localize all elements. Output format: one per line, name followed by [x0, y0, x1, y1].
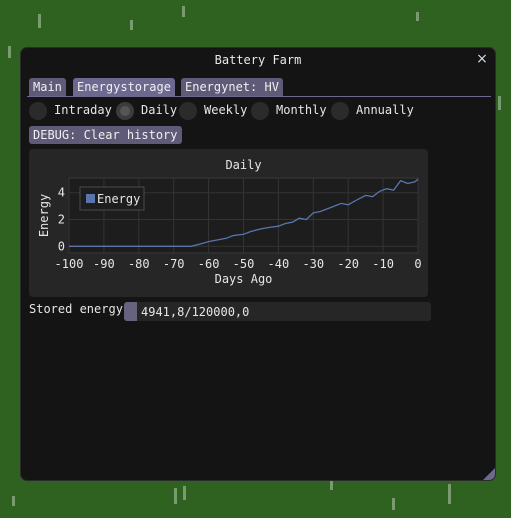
debug-clear-history-button[interactable]: DEBUG: Clear history	[29, 126, 182, 144]
grass-speck	[416, 12, 419, 21]
stored-energy-fill	[124, 302, 137, 321]
grass-speck	[38, 14, 41, 28]
resize-grip[interactable]	[483, 468, 495, 480]
grass-speck	[498, 96, 501, 110]
y-tick-label: 0	[58, 239, 65, 253]
tab-main[interactable]: Main	[29, 78, 66, 96]
x-tick-label: -20	[337, 257, 359, 271]
radio-circle[interactable]	[251, 102, 269, 120]
grass-speck	[130, 20, 133, 30]
grass-speck	[448, 484, 451, 504]
x-tick-label: 0	[414, 257, 421, 271]
window-titlebar[interactable]: Battery Farm ×	[21, 48, 495, 72]
stored-energy-progress-bar[interactable]: 4941,8/120000,0	[124, 302, 431, 321]
radio-circle[interactable]	[179, 102, 197, 120]
x-axis-label: Days Ago	[215, 272, 273, 286]
x-tick-label: -30	[302, 257, 324, 271]
radio-label: Daily	[141, 103, 178, 117]
stored-energy-label: Stored energy	[29, 302, 123, 316]
x-tick-label: -40	[268, 257, 290, 271]
x-tick-label: -60	[198, 257, 220, 271]
grass-speck	[174, 488, 177, 504]
stored-energy-value: 4941,8/120000,0	[141, 305, 250, 319]
y-tick-label: 4	[58, 186, 65, 200]
x-tick-label: -80	[128, 257, 150, 271]
x-tick-label: -100	[55, 257, 84, 271]
grass-speck	[183, 486, 186, 500]
grass-speck	[330, 480, 333, 490]
tab-energynet-hv[interactable]: Energynet: HV	[181, 78, 283, 96]
radio-circle[interactable]	[331, 102, 349, 120]
y-axis-label: Energy	[37, 194, 51, 237]
energy-chart: Daily-100 -90 -80 -70 -60 -50 -40 -30 -20 -10 0024…	[37, 158, 422, 286]
legend-swatch-energy	[86, 194, 95, 203]
x-tick-label: -90	[93, 257, 115, 271]
x-tick-label: -50	[233, 257, 255, 271]
tab-energystorage[interactable]: Energystorage	[73, 78, 175, 96]
battery-farm-window: Battery Farm × Main Energystorage Energy…	[20, 47, 496, 481]
window-title: Battery Farm	[214, 53, 302, 67]
radio-label: Weekly	[204, 103, 248, 117]
energy-plot[interactable]: Daily -100 -90 -80 -70 -60 -50 -40 -30 -20 -10 0 0 2 4…	[29, 149, 428, 297]
x-tick-label: -70	[163, 257, 185, 271]
radio-circle[interactable]	[116, 102, 134, 120]
tab-underline	[27, 96, 491, 97]
radio-circle[interactable]	[29, 102, 47, 120]
radio-label: Annually	[356, 103, 414, 117]
x-tick-label: -10	[372, 257, 394, 271]
legend-label-energy: Energy	[97, 192, 140, 206]
grass-speck	[182, 6, 185, 17]
y-tick-label: 2	[58, 213, 65, 227]
grass-speck	[12, 496, 15, 506]
grass-speck	[8, 46, 11, 58]
grass-speck	[392, 498, 395, 510]
chart-title: Daily	[225, 158, 261, 172]
radio-label: Monthly	[276, 103, 327, 117]
close-icon[interactable]: ×	[475, 51, 489, 67]
radio-label: Intraday	[54, 103, 112, 117]
